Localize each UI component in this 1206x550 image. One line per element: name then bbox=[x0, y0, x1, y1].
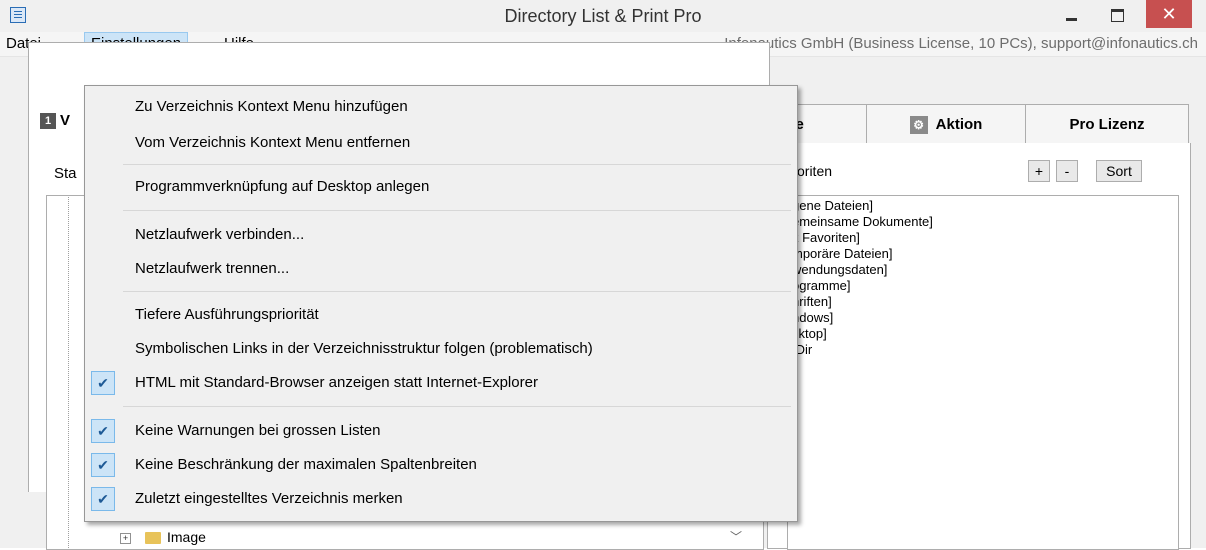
menu-item-lower-priority[interactable]: Tiefere Ausführungspriorität bbox=[85, 300, 797, 330]
tree-item-label: Image bbox=[167, 529, 206, 545]
title-bar: Directory List & Print Pro ✕ bbox=[0, 0, 1206, 32]
menu-item-follow-symlinks[interactable]: Symbolischen Links in der Verzeichnisstr… bbox=[85, 334, 797, 364]
menu-item-label: HTML mit Standard-Browser anzeigen statt… bbox=[135, 374, 538, 391]
menu-item-connect-network-drive[interactable]: Netzlaufwerk verbinden... bbox=[85, 220, 797, 250]
menu-item-no-column-width-limit[interactable]: ✔ Keine Beschränkung der maximalen Spalt… bbox=[85, 450, 797, 480]
menu-item-label: Netzlaufwerk verbinden... bbox=[135, 226, 305, 243]
menu-item-label: Keine Beschränkung der maximalen Spalten… bbox=[135, 456, 477, 473]
list-item[interactable]: k Favoriten] bbox=[792, 230, 860, 246]
menu-item-label: Netzlaufwerk trennen... bbox=[135, 260, 290, 277]
close-icon: ✕ bbox=[1161, 4, 1177, 24]
menu-item-label: Zuletzt eingestelltes Verzeichnis merken bbox=[135, 490, 403, 507]
expand-icon[interactable]: + bbox=[120, 532, 131, 544]
menu-item-label: Vom Verzeichnis Kontext Menu entfernen bbox=[135, 134, 411, 151]
menu-separator bbox=[123, 291, 791, 292]
menu-separator bbox=[123, 406, 791, 407]
list-item[interactable]: wendungsdaten] bbox=[792, 262, 887, 278]
menu-item-desktop-shortcut[interactable]: Programmverknüpfung auf Desktop anlegen bbox=[85, 172, 797, 202]
folder-icon bbox=[145, 532, 161, 545]
start-label: Sta bbox=[54, 165, 77, 182]
add-favorite-button[interactable]: + bbox=[1028, 160, 1050, 182]
menu-item-label: Programmverknüpfung auf Desktop anlegen bbox=[135, 178, 430, 195]
minimize-icon bbox=[1065, 17, 1077, 21]
menu-separator bbox=[123, 164, 791, 165]
menu-item-html-default-browser[interactable]: ✔ HTML mit Standard-Browser anzeigen sta… bbox=[85, 368, 797, 398]
tab-aktion-label: Aktion bbox=[935, 116, 983, 133]
menu-item-label: Tiefere Ausführungspriorität bbox=[135, 306, 319, 323]
menu-item-add-context-menu[interactable]: Zu Verzeichnis Kontext Menu hinzufügen bbox=[85, 92, 797, 122]
sort-favorites-button[interactable]: Sort bbox=[1096, 160, 1142, 182]
tab-aktion[interactable]: ⚙ Aktion bbox=[866, 104, 1026, 144]
maximize-icon bbox=[1110, 8, 1124, 22]
menu-item-no-warnings-large-lists[interactable]: ✔ Keine Warnungen bei grossen Listen bbox=[85, 416, 797, 446]
menu-separator bbox=[123, 210, 791, 211]
window-title: Directory List & Print Pro bbox=[504, 6, 702, 26]
minimize-button[interactable] bbox=[1048, 0, 1094, 28]
checkmark-icon: ✔ bbox=[91, 371, 115, 395]
maximize-button[interactable] bbox=[1094, 0, 1140, 28]
checkmark-icon: ✔ bbox=[91, 487, 115, 511]
menu-item-label: Symbolischen Links in der Verzeichnisstr… bbox=[135, 340, 593, 357]
tree-guide-line bbox=[68, 197, 70, 548]
menu-item-disconnect-network-drive[interactable]: Netzlaufwerk trennen... bbox=[85, 254, 797, 284]
menu-item-remove-context-menu[interactable]: Vom Verzeichnis Kontext Menu entfernen bbox=[85, 128, 797, 158]
close-button[interactable]: ✕ bbox=[1146, 0, 1192, 28]
einstellungen-dropdown: Zu Verzeichnis Kontext Menu hinzufügen V… bbox=[84, 85, 798, 522]
remove-favorite-button[interactable]: - bbox=[1056, 160, 1078, 182]
checkmark-icon: ✔ bbox=[91, 453, 115, 477]
list-item[interactable]: ndows] bbox=[792, 310, 833, 326]
favorites-list[interactable]: gene Dateien] emeinsame Dokumente] k Fav… bbox=[787, 195, 1179, 550]
checkmark-icon: ✔ bbox=[91, 419, 115, 443]
list-item[interactable]: ogramme] bbox=[792, 278, 851, 294]
tab-pro-lizenz[interactable]: Pro Lizenz bbox=[1025, 104, 1189, 144]
menu-item-label: Keine Warnungen bei grossen Listen bbox=[135, 422, 381, 439]
left-panel-heading: V bbox=[60, 112, 71, 129]
tree-item[interactable]: + Image bbox=[120, 528, 206, 546]
menu-item-label: Zu Verzeichnis Kontext Menu hinzufügen bbox=[135, 98, 408, 115]
step-badge: 1 bbox=[40, 113, 56, 129]
chevron-down-icon[interactable]: ﹀ bbox=[730, 528, 742, 545]
license-info: Infonautics GmbH (Business License, 10 P… bbox=[724, 35, 1198, 52]
list-item[interactable]: emeinsame Dokumente] bbox=[792, 214, 933, 230]
menu-item-remember-last-directory[interactable]: ✔ Zuletzt eingestelltes Verzeichnis merk… bbox=[85, 484, 797, 514]
gear-icon: ⚙ bbox=[909, 116, 928, 135]
list-item[interactable]: mporäre Dateien] bbox=[792, 246, 892, 262]
list-item[interactable]: gene Dateien] bbox=[792, 198, 873, 214]
